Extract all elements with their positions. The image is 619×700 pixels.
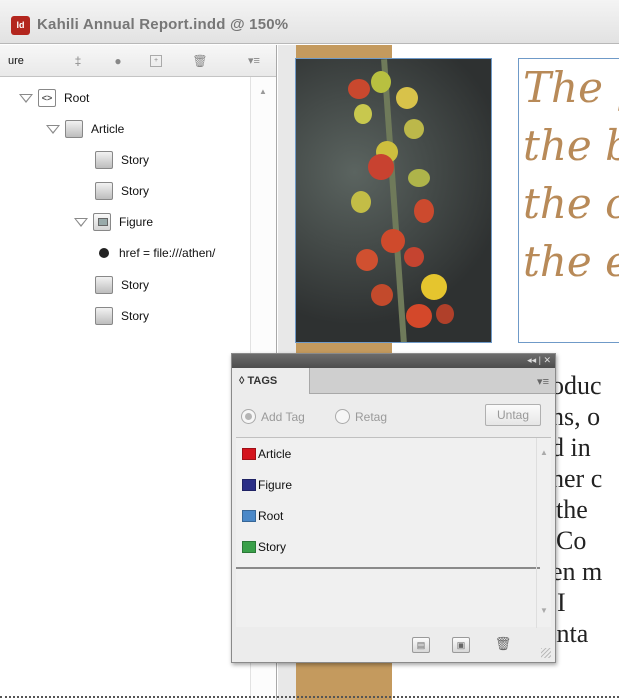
tree-item-label: Root [64,91,90,105]
tree-item-attribute[interactable]: href = file:///athen/ [95,242,215,264]
tag-item-article[interactable]: Article [242,443,291,465]
tag-name: Story [258,540,287,554]
tab-tags[interactable]: ◊ TAGS [232,368,310,394]
scroll-down-arrow-icon[interactable]: ▼ [540,606,548,615]
retag-radio[interactable]: Retag [335,409,387,424]
disclosure-triangle-icon[interactable] [73,216,89,228]
tags-list-scrollbar[interactable]: ▲ ▼ [536,438,551,628]
tag-color-swatch [242,541,256,553]
trash-icon[interactable]: 🗑 [192,53,208,69]
headline-text-frame[interactable]: The p the b the c the e [518,58,619,343]
tree-item-root[interactable]: <> Root [18,87,89,109]
scroll-up-arrow-icon[interactable]: ▲ [259,87,267,96]
tag-item-root[interactable]: Root [242,505,283,527]
radio-dot-icon [335,409,350,424]
delete-tag-icon[interactable]: 🗑 [494,637,512,653]
tree-item-label: Figure [119,215,154,229]
retag-label: Retag [355,409,388,424]
root-element-icon: <> [38,89,56,107]
tags-panel[interactable]: ◂◂ | ✕ ◊ TAGS ▾≡ Add Tag Retag Untag Art… [231,353,556,663]
tag-frame-icon[interactable]: ▤ [412,637,430,653]
tree-item-story[interactable]: Story [95,305,149,327]
structure-tab-label[interactable]: ure [8,55,24,67]
tag-color-swatch [242,448,256,460]
resize-grip-icon[interactable] [541,648,551,658]
headline-line: the c [523,179,619,228]
tag-item-story[interactable]: Story [242,536,286,558]
tree-item-label: Story [121,278,150,292]
tree-item-story[interactable]: Story [95,180,149,202]
element-icon [95,151,113,169]
structure-toolbar: ure ‡ ● + 🗑 ▾≡ [0,45,276,77]
tag-color-swatch [242,479,256,491]
tag-item-figure[interactable]: Figure [242,474,292,496]
disclosure-triangle-icon[interactable] [45,123,61,135]
headline-line: The p [523,63,619,112]
panel-drag-bar[interactable]: ◂◂ | ✕ [232,354,555,368]
tag-color-swatch [242,510,256,522]
tree-item-figure[interactable]: Figure [73,211,153,233]
element-icon [95,182,113,200]
tag-name: Article [258,447,292,461]
document-title: Kahili Annual Report.indd @ 150% [37,16,289,33]
disclosure-triangle-icon[interactable] [18,92,34,104]
tree-item-story[interactable]: Story [95,274,149,296]
tree-item-story[interactable]: Story [95,149,149,171]
tags-list: Article Figure Root Story ▲ ▼ [236,437,551,628]
figure-element-icon [93,213,111,231]
tree-item-label: Story [121,309,150,323]
panel-menu-icon[interactable]: ▾≡ [537,375,549,388]
attribute-bullet-icon [99,248,109,258]
add-tag-label: Add Tag [261,409,305,424]
radio-dot-icon [241,409,256,424]
add-tag-radio[interactable]: Add Tag [241,409,305,424]
tag-name: Root [258,509,284,523]
tree-item-label: Article [91,122,125,136]
panel-footer: ▤ ▣ 🗑 [232,629,555,662]
headline-line: the e [523,237,619,286]
bullet-icon[interactable]: ● [110,53,126,69]
element-icon [95,276,113,294]
tag-name: Figure [258,478,293,492]
list-divider [236,567,540,569]
tree-item-label: Story [121,184,150,198]
tag-options-bar: Add Tag Retag Untag [232,395,555,435]
attribute-icon[interactable]: ‡ [70,53,86,69]
panel-tab-row: ◊ TAGS ▾≡ [232,368,555,394]
tree-item-label: href = file:///athen/ [119,246,216,260]
tree-item-article[interactable]: Article [45,118,124,140]
collapse-close-icon[interactable]: ◂◂ | ✕ [527,355,551,366]
new-tag-icon[interactable]: ▣ [452,637,470,653]
element-icon [65,120,83,138]
headline-line: the b [523,121,619,170]
panel-menu-icon[interactable]: ▾≡ [246,53,262,69]
indesign-app-icon: Id [11,16,30,35]
tree-item-label: Story [121,153,150,167]
new-element-icon[interactable]: + [150,55,162,67]
coffee-cherry-image-frame[interactable] [295,58,492,343]
untag-button[interactable]: Untag [485,404,541,426]
scroll-up-arrow-icon[interactable]: ▲ [540,448,548,457]
selection-marquee-edge [0,696,619,698]
element-icon [95,307,113,325]
window-title-bar: Id Kahili Annual Report.indd @ 150% [0,0,619,44]
